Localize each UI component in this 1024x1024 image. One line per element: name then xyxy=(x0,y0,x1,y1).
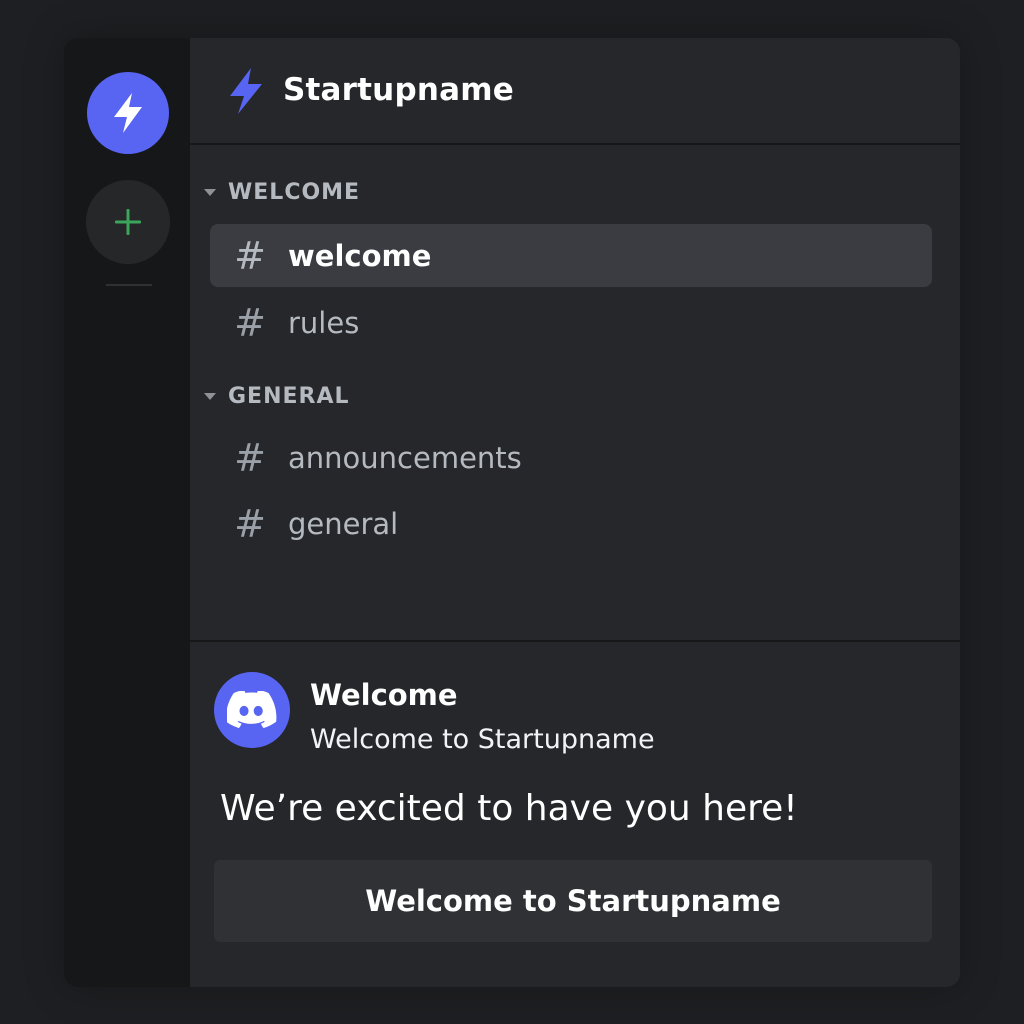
app-window: Startupname WELCOME # welcome # rules GE… xyxy=(64,38,960,987)
hashtag-icon: # xyxy=(234,300,266,345)
hashtag-icon: # xyxy=(234,233,266,278)
hashtag-icon: # xyxy=(234,435,266,480)
caret-down-icon xyxy=(204,393,216,400)
welcome-message: Welcome Welcome to Startupname We’re exc… xyxy=(190,642,960,987)
channel-announcements[interactable]: # announcements xyxy=(210,426,932,489)
discord-logo-icon xyxy=(227,691,277,729)
hashtag-icon: # xyxy=(234,501,266,546)
plus-icon xyxy=(115,209,141,235)
category-general[interactable]: GENERAL xyxy=(204,384,350,409)
lightning-bolt-icon xyxy=(230,68,262,114)
category-welcome[interactable]: WELCOME xyxy=(204,180,360,205)
message-body: We’re excited to have you here! xyxy=(220,788,798,829)
channel-name: general xyxy=(288,506,399,541)
lightning-bolt-icon xyxy=(114,93,142,133)
channel-name: announcements xyxy=(288,440,522,475)
rail-divider xyxy=(106,284,152,286)
add-server-button[interactable] xyxy=(86,180,170,264)
server-icon-startupname[interactable] xyxy=(87,72,169,154)
channel-general[interactable]: # general xyxy=(210,492,932,555)
category-label: WELCOME xyxy=(228,180,361,205)
channel-welcome[interactable]: # welcome xyxy=(210,224,932,287)
welcome-button[interactable]: Welcome to Startupname xyxy=(214,860,932,942)
avatar xyxy=(214,672,290,748)
server-name: Startupname xyxy=(283,72,514,108)
server-rail xyxy=(64,38,190,987)
channel-name: welcome xyxy=(288,238,432,273)
message-subtitle: Welcome to Startupname xyxy=(310,724,655,755)
server-header[interactable]: Startupname xyxy=(190,38,960,145)
caret-down-icon xyxy=(204,189,216,196)
channel-rules[interactable]: # rules xyxy=(210,291,932,354)
category-label: GENERAL xyxy=(228,384,350,409)
channel-panel: Startupname WELCOME # welcome # rules GE… xyxy=(190,38,960,987)
channel-name: rules xyxy=(288,305,360,340)
message-title: Welcome xyxy=(310,678,458,712)
